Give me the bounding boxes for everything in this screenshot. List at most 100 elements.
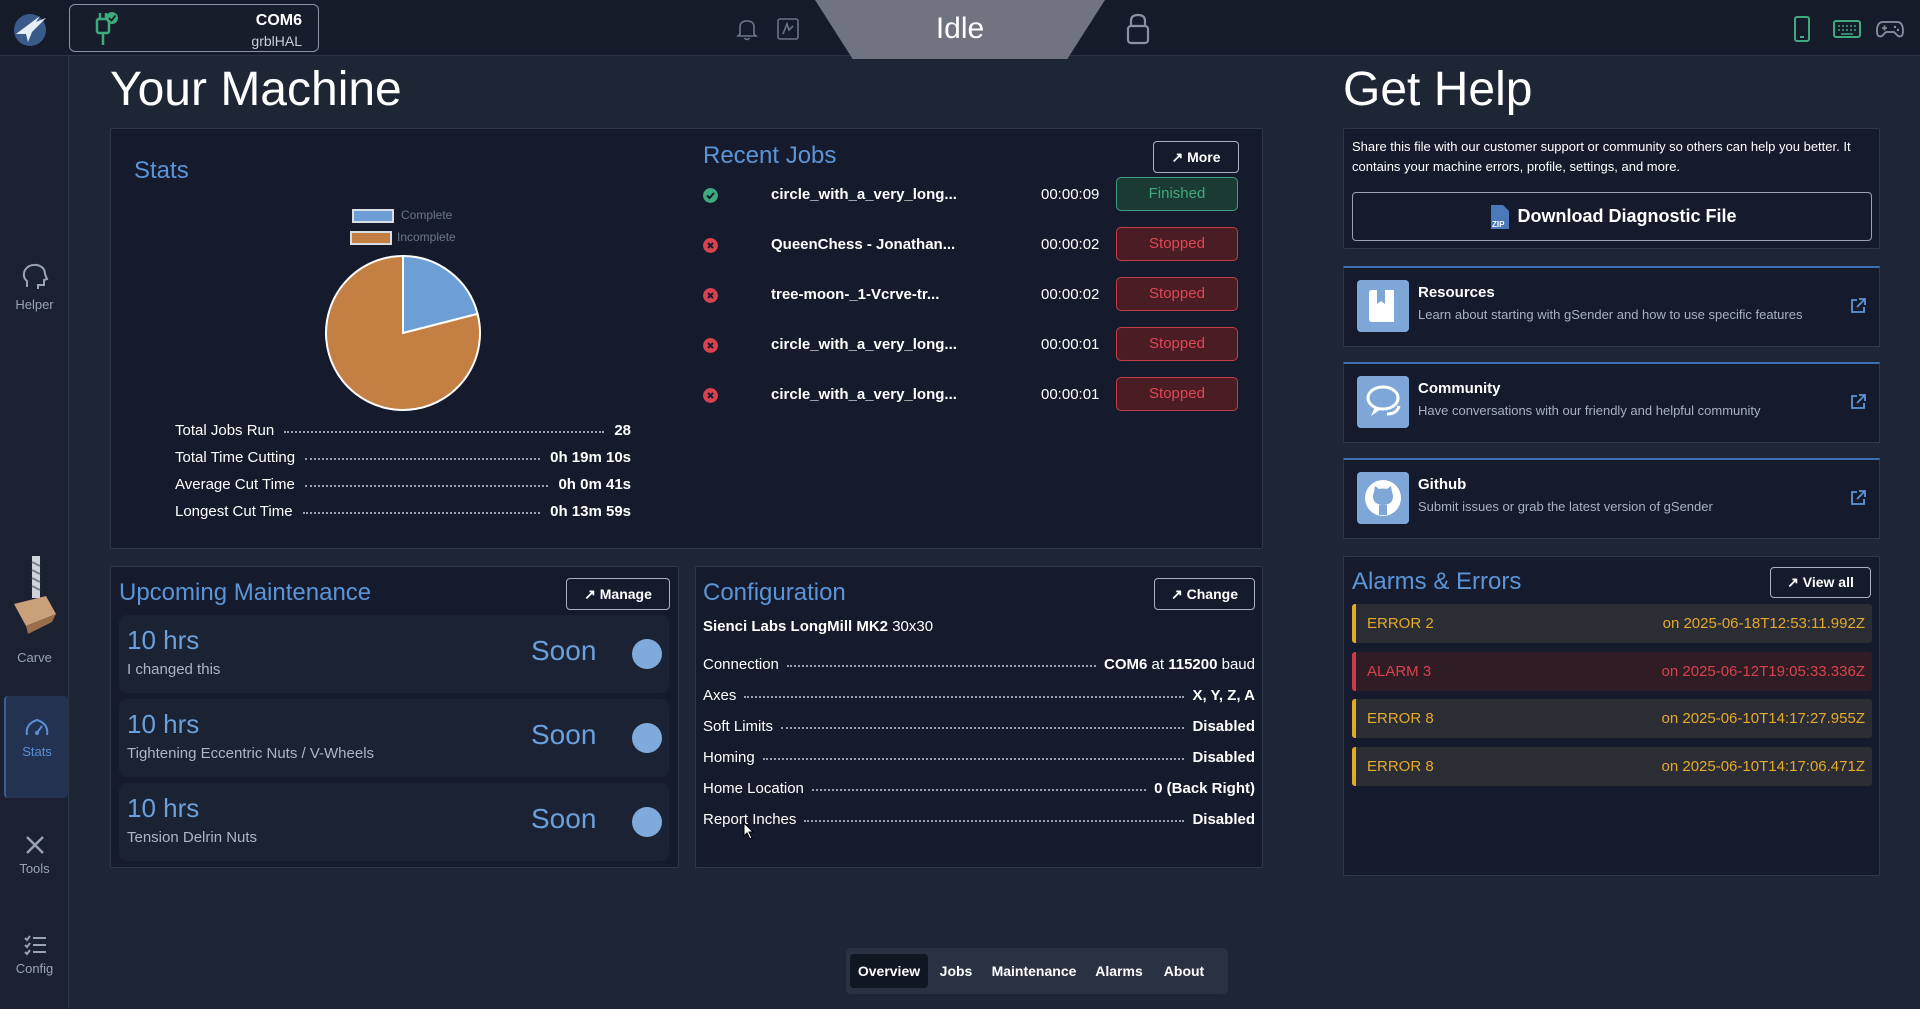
sidebar-item-config[interactable]: Config — [0, 933, 69, 976]
leader-dots — [811, 789, 1147, 791]
tab-maintenance[interactable]: Maintenance — [986, 954, 1082, 988]
job-status-badge: Finished — [1116, 177, 1238, 211]
baud-unit: baud — [1217, 655, 1255, 673]
job-row[interactable]: tree-moon-_1-Vcrve-tr... 00:00:02 Stoppe… — [703, 277, 1238, 313]
machine-name: Sienci Labs LongMill MK2 — [703, 618, 889, 635]
connection-widget[interactable]: COM6 grblHAL — [69, 4, 319, 52]
machine-size: 30x30 — [892, 618, 934, 635]
alarm-timestamp: on 2025-06-12T19:05:33.336Z — [1661, 663, 1866, 680]
maintenance-item[interactable]: 10 hrs Tightening Eccentric Nuts / V-Whe… — [119, 699, 669, 777]
lock-icon[interactable] — [1124, 12, 1152, 46]
maintenance-item[interactable]: 10 hrs I changed this Soon — [119, 615, 669, 693]
legend-swatch-complete — [352, 209, 394, 223]
tab-about[interactable]: About — [1156, 954, 1212, 988]
change-config-button[interactable]: ↗ Change — [1154, 578, 1255, 610]
download-button-label: Download Diagnostic File — [1517, 206, 1737, 226]
alarms-title: Alarms & Errors — [1352, 568, 1522, 595]
maintenance-status: Soon — [531, 719, 597, 750]
resource-card-resources[interactable]: Resources Learn about starting with gSen… — [1343, 266, 1880, 347]
status-dot — [632, 639, 662, 669]
external-link-icon[interactable] — [1849, 297, 1867, 315]
config-label: Connection — [703, 655, 779, 673]
stat-label: Longest Cut Time — [175, 502, 293, 520]
sidebar-item-tools[interactable]: Tools — [0, 833, 69, 876]
gsender-logo-icon[interactable] — [10, 8, 50, 48]
config-icon — [23, 935, 46, 956]
connection-firmware: grblHAL — [251, 33, 302, 49]
config-value: 0 (Back Right) — [1154, 779, 1255, 797]
carve-icon — [14, 556, 56, 634]
bell-icon[interactable] — [734, 16, 760, 42]
maintenance-title: Upcoming Maintenance — [119, 579, 372, 606]
machine-state-indicator: Idle — [815, 0, 1105, 59]
sidebar-item-label: Stats — [22, 744, 52, 759]
sidebar-item-helper[interactable]: Helper — [0, 261, 69, 312]
tab-alarms[interactable]: Alarms — [1090, 954, 1148, 988]
maintenance-status: Soon — [531, 635, 597, 666]
top-bar: COM6 grblHAL Idle — [0, 0, 1920, 59]
alarm-row: ERROR 8 on 2025-06-10T14:17:27.955Z — [1352, 699, 1872, 738]
machine-profile: Sienci Labs LongMill MK2 30x30 — [703, 618, 933, 635]
connection-port: COM6 — [255, 12, 302, 29]
gcode-file-icon[interactable] — [775, 16, 801, 42]
x-circle-icon — [703, 388, 718, 403]
manage-maintenance-button[interactable]: ↗ Manage — [566, 578, 670, 610]
alarm-code: ERROR 8 — [1367, 710, 1434, 727]
job-row[interactable]: circle_with_a_very_long... 00:00:09 Fini… — [703, 177, 1238, 213]
stat-row: Total Time Cutting 0h 19m 10s — [175, 447, 631, 467]
connection-port-value: COM6 — [1104, 655, 1148, 673]
job-row[interactable]: QueenChess - Jonathan... 00:00:02 Stoppe… — [703, 227, 1238, 263]
job-duration: 00:00:01 — [1041, 336, 1100, 353]
config-row: Connection COM6 at 115200 baud — [703, 653, 1255, 675]
job-row[interactable]: circle_with_a_very_long... 00:00:01 Stop… — [703, 377, 1238, 413]
job-duration: 00:00:02 — [1041, 286, 1100, 303]
sidebar-item-label: Tools — [19, 861, 50, 876]
arrow-up-right-icon: ↗ — [584, 586, 596, 602]
leader-dots — [762, 758, 1185, 760]
resource-card-community[interactable]: Community Have conversations with our fr… — [1343, 362, 1880, 443]
external-link-icon[interactable] — [1849, 489, 1867, 507]
maintenance-description: I changed this — [127, 661, 221, 678]
keyboard-icon[interactable] — [1832, 18, 1862, 40]
more-jobs-button-label: More — [1187, 149, 1221, 165]
page-title: Your Machine — [110, 63, 402, 116]
baud-rate-value: 115200 — [1168, 655, 1218, 673]
mobile-remote-icon[interactable] — [1791, 14, 1813, 44]
stat-value: 0h 13m 59s — [550, 502, 631, 520]
plug-connected-icon — [95, 12, 118, 45]
stat-row: Total Jobs Run 28 — [175, 420, 631, 440]
status-dot — [632, 723, 662, 753]
resource-card-github[interactable]: Github Submit issues or grab the latest … — [1343, 458, 1880, 539]
external-link-icon[interactable] — [1849, 393, 1867, 411]
tab-jobs[interactable]: Jobs — [934, 954, 978, 988]
sidebar-item-stats[interactable]: Stats — [4, 696, 68, 798]
arrow-up-right-icon: ↗ — [1787, 574, 1799, 590]
sidebar-item-carve[interactable]: Carve — [0, 556, 69, 665]
tab-overview[interactable]: Overview — [850, 954, 928, 988]
job-row[interactable]: circle_with_a_very_long... 00:00:01 Stop… — [703, 327, 1238, 363]
overview-tabs: Overview Jobs Maintenance Alarms About — [846, 948, 1228, 994]
config-label: Homing — [703, 748, 755, 766]
stat-label: Total Jobs Run — [175, 421, 275, 439]
jobs-pie-chart — [325, 254, 481, 411]
maintenance-item[interactable]: 10 hrs Tension Delrin Nuts Soon — [119, 783, 669, 861]
check-circle-icon — [703, 188, 718, 203]
legend-label-incomplete: Incomplete — [397, 230, 456, 244]
leader-dots — [744, 696, 1185, 698]
stat-label: Average Cut Time — [175, 475, 295, 493]
view-all-label: View all — [1802, 574, 1854, 590]
job-name: circle_with_a_very_long... — [771, 386, 957, 403]
alarm-code: ERROR 8 — [1367, 758, 1434, 775]
recent-jobs-title: Recent Jobs — [703, 142, 837, 169]
resource-description: Learn about starting with gSender and ho… — [1418, 307, 1803, 322]
leader-dots — [804, 820, 1185, 822]
gamepad-icon[interactable] — [1875, 17, 1905, 41]
change-button-label: Change — [1186, 586, 1238, 602]
leader-dots — [304, 485, 549, 487]
more-jobs-button[interactable]: ↗ More — [1153, 141, 1239, 173]
chat-bubbles-icon — [1357, 376, 1409, 428]
view-all-alarms-button[interactable]: ↗ View all — [1770, 567, 1871, 598]
download-diagnostic-button[interactable]: ZIP Download Diagnostic File — [1352, 192, 1872, 241]
status-dot — [632, 807, 662, 837]
config-value: Disabled — [1192, 810, 1255, 828]
